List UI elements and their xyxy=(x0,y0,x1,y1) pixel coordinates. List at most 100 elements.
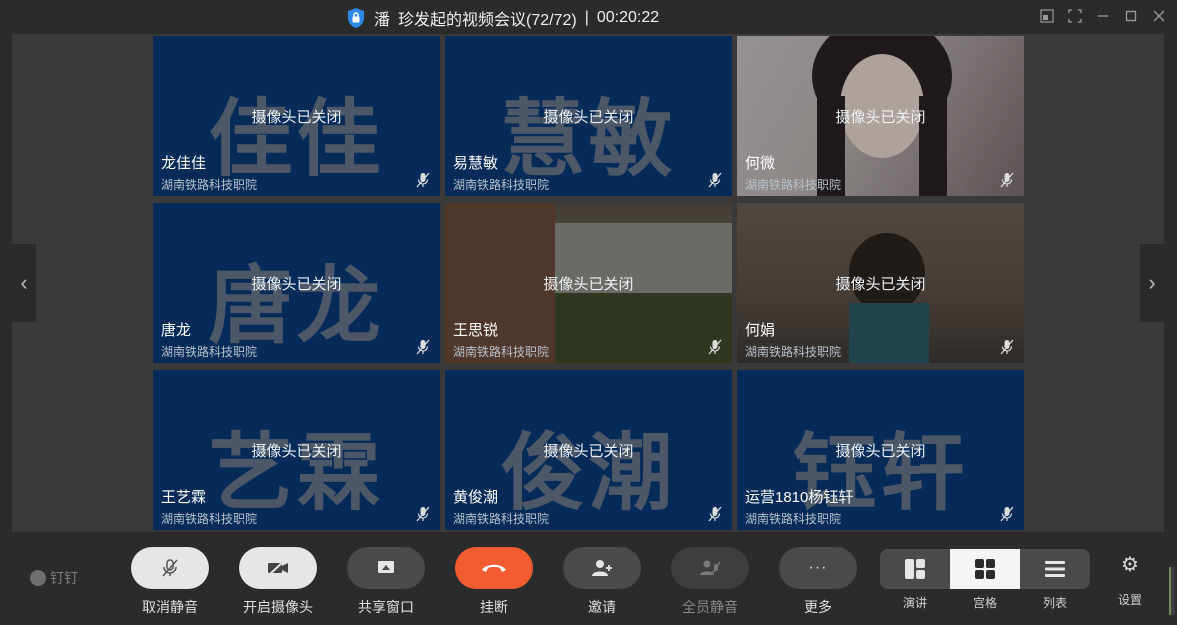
prev-page-button[interactable]: ‹ xyxy=(12,244,36,322)
meeting-toolbar: 钉钉 取消静音 开启摄像头 共享窗口 挂断 邀请 全员静音 ··· 更多 演讲 … xyxy=(0,532,1177,625)
unmute-button[interactable]: 取消静音 xyxy=(131,547,209,617)
participant-tile[interactable]: 佳佳 摄像头已关闭 龙佳佳 湖南铁路科技职院 xyxy=(153,36,440,196)
window-controls xyxy=(1039,8,1167,24)
participant-org: 湖南铁路科技职院 xyxy=(453,178,550,192)
video-stage: ‹ › 佳佳 摄像头已关闭 龙佳佳 湖南铁路科技职院 慧敏 摄像头已关闭 易慧敏… xyxy=(12,34,1164,532)
chevron-left-icon: ‹ xyxy=(20,270,28,295)
camera-off-label: 摄像头已关闭 xyxy=(543,109,634,126)
participant-name: 王思锐 xyxy=(453,322,499,339)
avatar-text: 佳佳 xyxy=(208,90,385,188)
gear-icon: ⚙ xyxy=(1121,554,1139,576)
maximize-icon[interactable] xyxy=(1123,8,1139,24)
layout-speaker-button[interactable] xyxy=(880,549,950,589)
share-pill[interactable] xyxy=(347,547,425,589)
phone-hangup-icon xyxy=(482,564,506,572)
mute-all-label: 全员静音 xyxy=(682,599,738,615)
mute-all-icon xyxy=(700,560,721,575)
avatar-text: 慧敏 xyxy=(500,90,677,188)
camera-off-label: 摄像头已关闭 xyxy=(543,276,634,293)
participant-grid: 佳佳 摄像头已关闭 龙佳佳 湖南铁路科技职院 慧敏 摄像头已关闭 易慧敏 湖南铁… xyxy=(153,36,1026,532)
participant-name: 运营1810杨钰轩 xyxy=(745,489,854,506)
mic-muted-icon xyxy=(162,559,178,577)
participant-tile[interactable]: 钰轩 摄像头已关闭 运营1810杨钰轩 湖南铁路科技职院 xyxy=(737,370,1024,530)
meeting-name: 珍发起的视频会议(72/72) xyxy=(398,12,577,29)
restore-window-icon[interactable] xyxy=(1039,8,1055,24)
minimize-icon[interactable] xyxy=(1095,8,1111,24)
camera-off-label: 摄像头已关闭 xyxy=(251,276,342,293)
participant-tile[interactable]: 摄像头已关闭 何娟 湖南铁路科技职院 xyxy=(737,203,1024,363)
camera-off-icon xyxy=(268,559,288,576)
dingtalk-logo-icon xyxy=(30,570,46,586)
participant-org: 湖南铁路科技职院 xyxy=(161,345,258,359)
camera-on-button[interactable]: 开启摄像头 xyxy=(239,547,317,617)
layout-list-label: 列表 xyxy=(1042,596,1067,610)
camera-on-label: 开启摄像头 xyxy=(243,599,313,615)
camera-off-label: 摄像头已关闭 xyxy=(251,443,342,460)
participant-name: 何微 xyxy=(745,155,776,172)
avatar-text: 钰轩 xyxy=(792,424,969,522)
invite-button[interactable]: 邀请 xyxy=(563,547,641,617)
share-window-label: 共享窗口 xyxy=(358,599,414,615)
participant-tile[interactable]: 慧敏 摄像头已关闭 易慧敏 湖南铁路科技职院 xyxy=(445,36,732,196)
mute-all-button[interactable]: 全员静音 xyxy=(671,547,749,617)
more-button[interactable]: ··· 更多 xyxy=(779,547,857,617)
shield-lock-icon xyxy=(348,8,364,28)
camera-off-label: 摄像头已关闭 xyxy=(835,109,926,126)
layout-grid-label: 宫格 xyxy=(972,596,997,610)
participant-name: 龙佳佳 xyxy=(161,155,207,172)
grid-layout-icon xyxy=(975,559,995,579)
mic-muted-icon xyxy=(1000,506,1014,522)
mic-muted-icon xyxy=(416,339,430,355)
participant-tile[interactable]: 摄像头已关闭 王思锐 湖南铁路科技职院 xyxy=(445,203,732,363)
unmute-pill[interactable] xyxy=(131,547,209,589)
camera-off-label: 摄像头已关闭 xyxy=(543,443,634,460)
next-page-button[interactable]: › xyxy=(1140,244,1164,322)
layout-labels: 演讲 宫格 列表 xyxy=(880,594,1090,611)
invite-pill[interactable] xyxy=(563,547,641,589)
brand-label: 钉钉 xyxy=(50,570,78,586)
camera-off-label: 摄像头已关闭 xyxy=(835,443,926,460)
layout-list-button[interactable] xyxy=(1020,549,1090,589)
participant-tile[interactable]: 俊潮 摄像头已关闭 黄俊潮 湖南铁路科技职院 xyxy=(445,370,732,530)
participant-org: 湖南铁路科技职院 xyxy=(453,345,550,359)
participant-tile[interactable]: 唐龙 摄像头已关闭 唐龙 湖南铁路科技职院 xyxy=(153,203,440,363)
organizer-char: 潘 xyxy=(374,12,391,29)
avatar-text: 俊潮 xyxy=(500,424,677,522)
settings-button[interactable]: ⚙ 设置 xyxy=(1110,552,1150,608)
invite-label: 邀请 xyxy=(588,599,616,615)
volume-indicator xyxy=(1169,567,1175,615)
mic-muted-icon xyxy=(416,172,430,188)
title-bar: 潘 珍发起的视频会议(72/72) | 00:20:22 xyxy=(0,0,1177,34)
list-layout-icon xyxy=(1045,561,1065,577)
hangup-pill[interactable] xyxy=(455,547,533,589)
participant-org: 湖南铁路科技职院 xyxy=(161,178,258,192)
participant-name: 王艺霖 xyxy=(161,489,207,506)
chevron-right-icon: › xyxy=(1148,270,1156,295)
unmute-label: 取消静音 xyxy=(142,599,198,615)
participant-name: 黄俊潮 xyxy=(453,489,499,506)
hangup-button[interactable]: 挂断 xyxy=(455,547,533,617)
mic-muted-icon xyxy=(1000,172,1014,188)
participant-tile[interactable]: 摄像头已关闭 何微 湖南铁路科技职院 xyxy=(737,36,1024,196)
more-pill[interactable]: ··· xyxy=(779,547,857,589)
mute-all-pill[interactable] xyxy=(671,547,749,589)
participant-org: 湖南铁路科技职院 xyxy=(745,178,842,192)
avatar-text: 唐龙 xyxy=(208,257,385,355)
layout-grid-button[interactable] xyxy=(950,549,1020,589)
speaker-layout-icon xyxy=(905,559,925,579)
participant-tile[interactable]: 艺霖 摄像头已关闭 王艺霖 湖南铁路科技职院 xyxy=(153,370,440,530)
camera-pill[interactable] xyxy=(239,547,317,589)
camera-off-label: 摄像头已关闭 xyxy=(251,109,342,126)
dingtalk-brand: 钉钉 xyxy=(30,568,78,588)
meeting-timer: 00:20:22 xyxy=(596,9,660,26)
participant-org: 湖南铁路科技职院 xyxy=(745,345,842,359)
settings-label: 设置 xyxy=(1117,593,1142,607)
participant-name: 唐龙 xyxy=(161,322,192,339)
fullscreen-icon[interactable] xyxy=(1067,8,1083,24)
mic-muted-icon xyxy=(708,339,722,355)
close-icon[interactable] xyxy=(1151,8,1167,24)
share-screen-icon xyxy=(378,561,394,573)
share-window-button[interactable]: 共享窗口 xyxy=(347,547,425,617)
title-separator: | xyxy=(584,9,589,26)
participant-org: 湖南铁路科技职院 xyxy=(745,512,842,526)
